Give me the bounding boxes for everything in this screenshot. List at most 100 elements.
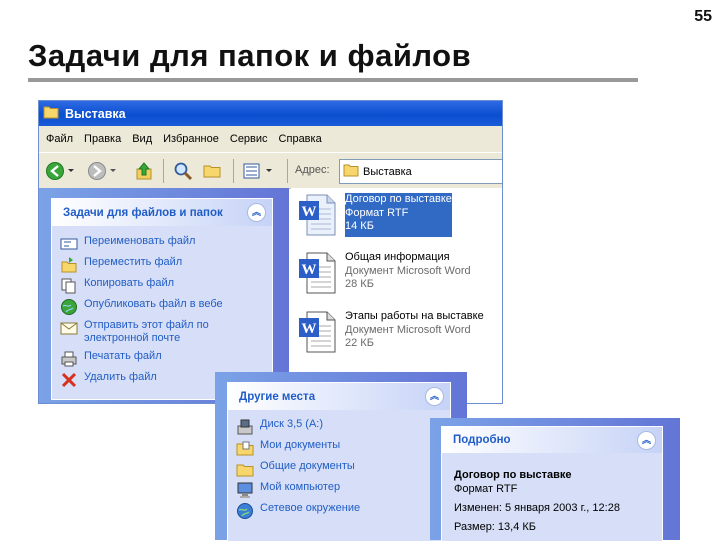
file-item[interactable]: W Общая информация Документ Microsoft Wo… — [297, 251, 471, 295]
task-label: Переместить файл — [84, 256, 183, 268]
menu-bar: Файл Правка Вид Избранное Сервис Справка — [39, 126, 502, 152]
task-print-file[interactable]: Печатать файл — [60, 350, 162, 368]
other-places-header[interactable]: Другие места ︽ — [228, 383, 450, 410]
file-item[interactable]: W Этапы работы на выставке Документ Micr… — [297, 310, 484, 354]
back-button[interactable] — [45, 161, 77, 181]
task-move-file[interactable]: Переместить файл — [60, 256, 182, 274]
folders-icon — [203, 165, 221, 178]
file-tasks-panel: Задачи для файлов и папок ︽ Переименоват… — [51, 198, 273, 400]
place-label: Сетевое окружение — [260, 502, 361, 514]
forward-arrow-icon — [88, 162, 116, 180]
floppy-drive-icon — [236, 418, 254, 436]
slide-title: Задачи для папок и файлов — [28, 38, 472, 73]
printer-icon — [60, 350, 78, 368]
file-size: 22 КБ — [345, 337, 374, 349]
file-list: W Договор по выставке Формат RTF 14 КБ W… — [291, 188, 502, 403]
page-number: 55 — [694, 8, 712, 25]
details-title: Подробно — [453, 434, 511, 446]
views-button[interactable] — [242, 161, 276, 181]
file-type: Документ Microsoft Word — [345, 264, 471, 277]
svg-text:W: W — [302, 262, 317, 278]
folder-icon — [343, 163, 359, 180]
toolbar-separator — [233, 159, 234, 183]
up-folder-button[interactable] — [134, 161, 154, 181]
up-arrow-icon — [136, 162, 152, 180]
place-label: Общие документы — [260, 460, 355, 472]
details-panel: Подробно ︽ Договор по выставке Формат RT… — [441, 426, 663, 542]
file-name: Общая информация — [345, 251, 450, 263]
details-body: Договор по выставке Формат RTF Изменен: … — [454, 467, 620, 536]
place-floppy-drive[interactable]: Диск 3,5 (A:) — [236, 418, 323, 436]
copy-icon — [60, 277, 78, 295]
file-type: Документ Microsoft Word — [345, 323, 471, 336]
folder-icon — [43, 105, 59, 122]
collapse-chevron-icon[interactable]: ︽ — [425, 387, 444, 406]
task-pane: Задачи для файлов и папок ︽ Переименоват… — [39, 188, 289, 403]
task-publish-web[interactable]: Опубликовать файл в вебе — [60, 298, 223, 316]
address-value: Выставка — [363, 165, 412, 178]
svg-text:W: W — [302, 204, 317, 220]
window-titlebar[interactable]: Выставка — [39, 101, 502, 126]
place-my-documents[interactable]: Мои документы — [236, 439, 340, 457]
folders-button[interactable] — [202, 161, 222, 181]
task-label: Переименовать файл — [84, 235, 196, 247]
other-places-panel: Другие места ︽ Диск 3,5 (A:) Мои докумен… — [227, 382, 451, 542]
network-icon — [236, 502, 254, 520]
task-label: Отправить этот файл по электронной почте — [84, 319, 209, 344]
file-name: Этапы работы на выставке — [345, 310, 484, 322]
task-label: Удалить файл — [84, 371, 157, 383]
shared-documents-icon — [236, 460, 254, 478]
task-label: Печатать файл — [84, 350, 162, 362]
my-documents-icon — [236, 439, 254, 457]
move-icon — [60, 256, 78, 274]
menu-edit[interactable]: Правка — [84, 133, 121, 145]
address-label: Адрес: — [295, 164, 330, 176]
word-document-icon: W — [297, 310, 339, 354]
details-backdrop: Подробно ︽ Договор по выставке Формат RT… — [430, 418, 680, 542]
forward-button[interactable] — [87, 161, 119, 181]
search-button[interactable] — [173, 161, 193, 181]
place-my-computer[interactable]: Мой компьютер — [236, 481, 340, 499]
file-tasks-title: Задачи для файлов и папок — [63, 206, 223, 219]
window-title: Выставка — [65, 106, 126, 121]
file-tasks-header[interactable]: Задачи для файлов и папок ︽ — [52, 199, 272, 226]
file-item[interactable]: W Договор по выставке Формат RTF 14 КБ — [297, 193, 452, 237]
task-rename-file[interactable]: Переименовать файл — [60, 235, 195, 253]
toolbar-separator — [163, 159, 164, 183]
place-shared-documents[interactable]: Общие документы — [236, 460, 355, 478]
place-label: Мои документы — [260, 439, 341, 451]
collapse-chevron-icon[interactable]: ︽ — [247, 203, 266, 222]
place-label: Мой компьютер — [260, 481, 341, 493]
task-label: Копировать файл — [84, 277, 175, 289]
menu-favorites[interactable]: Избранное — [163, 133, 219, 145]
email-icon — [60, 319, 78, 337]
other-places-title: Другие места — [239, 390, 316, 403]
details-header[interactable]: Подробно ︽ — [442, 427, 662, 453]
file-size: 14 КБ — [345, 220, 374, 232]
menu-help[interactable]: Справка — [279, 133, 322, 145]
my-computer-icon — [236, 481, 254, 499]
collapse-chevron-icon[interactable]: ︽ — [637, 431, 656, 450]
task-delete-file[interactable]: Удалить файл — [60, 371, 157, 389]
toolbar-separator — [287, 159, 288, 183]
menu-view[interactable]: Вид — [132, 133, 152, 145]
views-icon — [243, 163, 272, 179]
address-bar[interactable]: Выставка — [339, 159, 502, 184]
place-label: Диск 3,5 (A:) — [260, 418, 324, 430]
svg-text:W: W — [302, 321, 317, 337]
task-label: Опубликовать файл в вебе — [84, 298, 223, 310]
back-arrow-icon — [46, 162, 74, 180]
task-copy-file[interactable]: Копировать файл — [60, 277, 174, 295]
task-send-email[interactable]: Отправить этот файл по электронной почте — [60, 319, 220, 345]
place-network[interactable]: Сетевое окружение — [236, 502, 360, 520]
rename-icon — [60, 235, 78, 253]
delete-icon — [60, 371, 78, 389]
search-icon — [174, 162, 193, 181]
word-document-icon: W — [297, 251, 339, 295]
menu-file[interactable]: Файл — [46, 133, 73, 145]
web-publish-icon — [60, 298, 78, 316]
details-size: Размер: 13,4 КБ — [454, 521, 537, 533]
menu-tools[interactable]: Сервис — [230, 133, 268, 145]
file-name: Договор по выставке — [345, 193, 452, 205]
toolbar: Адрес: Выставка — [39, 152, 502, 189]
